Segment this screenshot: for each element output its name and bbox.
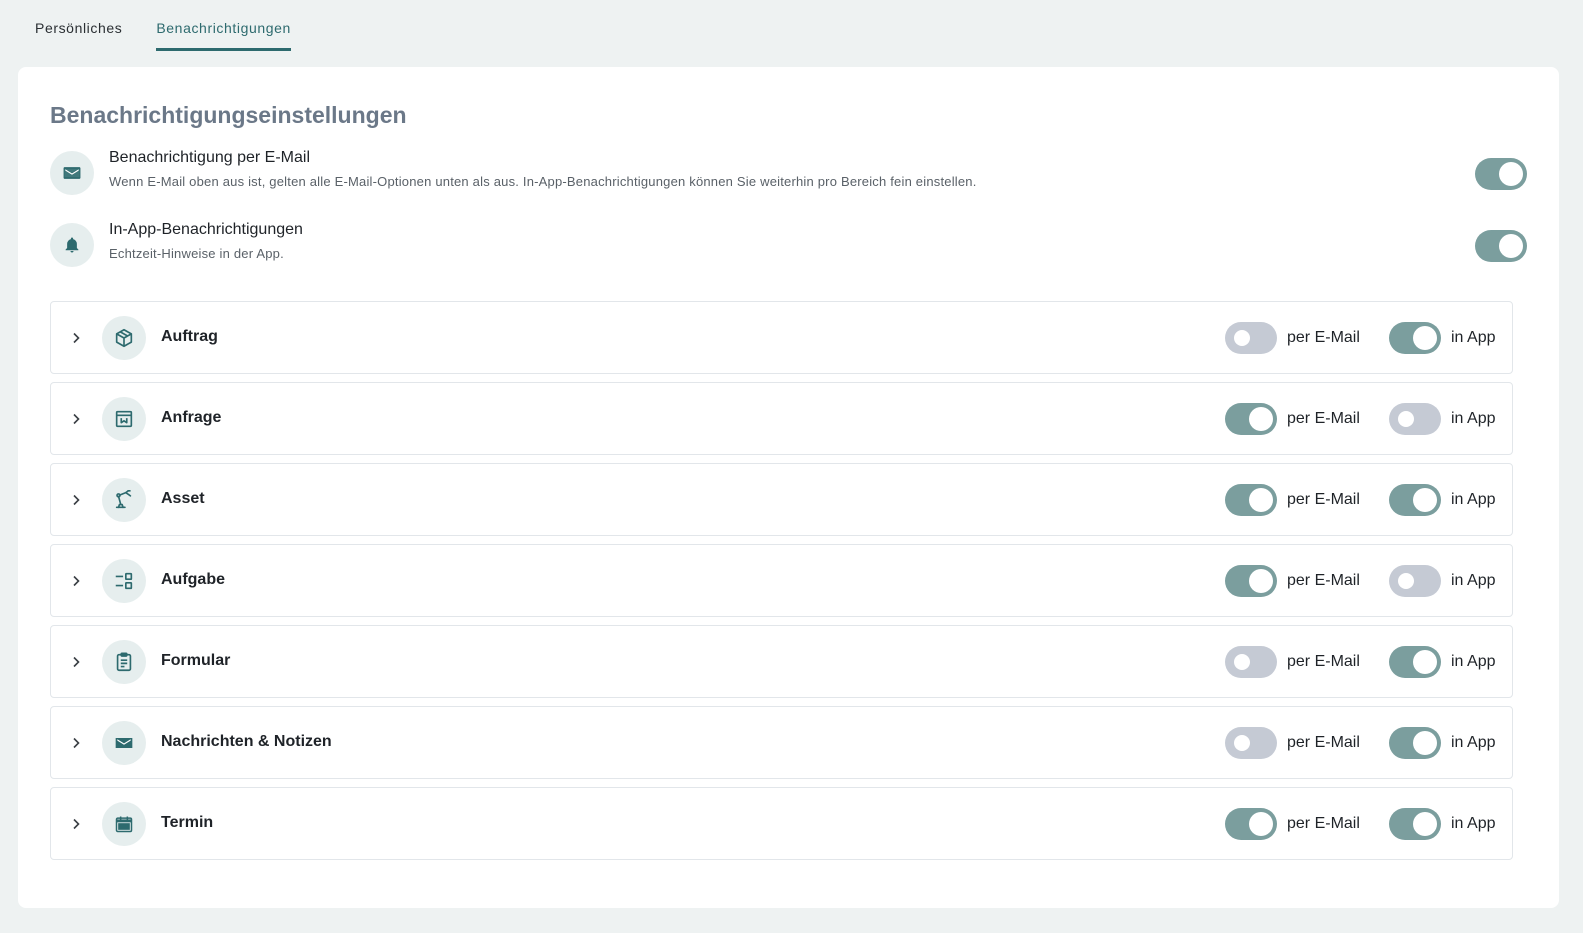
section-formular: Formular per E-Mail in App [50, 625, 1513, 698]
email-control: per E-Mail [1225, 727, 1360, 759]
inbox-icon [102, 397, 146, 441]
section-anfrage: Anfrage per E-Mail in App [50, 382, 1513, 455]
robot-arm-icon [102, 478, 146, 522]
settings-card: Benachrichtigungseinstellungen Benachric… [18, 67, 1559, 908]
section-aufgabe: Aufgabe per E-Mail in App [50, 544, 1513, 617]
email-toggle-label: per E-Mail [1287, 491, 1360, 508]
email-toggle[interactable] [1225, 565, 1277, 597]
app-toggle[interactable] [1389, 484, 1441, 516]
app-toggle-label: in App [1451, 329, 1496, 346]
calendar-icon [102, 802, 146, 846]
global-inapp-title: In-App-Benachrichtigungen [109, 221, 303, 238]
section-nachrichten: Nachrichten & Notizen per E-Mail in App [50, 706, 1513, 779]
app-control: in App [1389, 565, 1495, 597]
email-toggle-label: per E-Mail [1287, 653, 1360, 670]
app-control: in App [1389, 727, 1495, 759]
section-name: Formular [161, 652, 231, 669]
app-toggle-label: in App [1451, 410, 1496, 427]
global-inapp-description: Echtzeit-Hinweise in der App. [109, 246, 284, 261]
email-toggle-label: per E-Mail [1287, 410, 1360, 427]
email-toggle-label: per E-Mail [1287, 329, 1360, 346]
app-control: in App [1389, 322, 1495, 354]
task-list-icon [102, 559, 146, 603]
email-toggle[interactable] [1225, 808, 1277, 840]
app-control: in App [1389, 403, 1495, 435]
app-toggle-label: in App [1451, 572, 1496, 589]
box-icon [102, 316, 146, 360]
envelope-icon [50, 151, 94, 195]
email-toggle[interactable] [1225, 646, 1277, 678]
app-toggle-label: in App [1451, 491, 1496, 508]
app-control: in App [1389, 646, 1495, 678]
page-title: Benachrichtigungseinstellungen [50, 102, 407, 128]
email-control: per E-Mail [1225, 565, 1360, 597]
email-toggle[interactable] [1225, 484, 1277, 516]
bell-icon [50, 223, 94, 267]
section-name: Termin [161, 814, 214, 831]
section-name: Aufgabe [161, 571, 225, 588]
app-toggle-label: in App [1451, 815, 1496, 832]
section-asset: Asset per E-Mail in App [50, 463, 1513, 536]
app-toggle-label: in App [1451, 653, 1496, 670]
app-toggle-label: in App [1451, 734, 1496, 751]
chevron-right-icon[interactable] [69, 732, 83, 754]
section-auftrag: Auftrag per E-Mail in App [50, 301, 1513, 374]
email-toggle[interactable] [1225, 727, 1277, 759]
app-toggle[interactable] [1389, 646, 1441, 678]
clipboard-icon [102, 640, 146, 684]
global-email-row: Benachrichtigung per E-Mail Wenn E-Mail … [50, 149, 1527, 197]
email-control: per E-Mail [1225, 808, 1360, 840]
section-name: Asset [161, 490, 205, 507]
chevron-right-icon[interactable] [69, 651, 83, 673]
chevron-right-icon[interactable] [69, 570, 83, 592]
section-name: Nachrichten & Notizen [161, 733, 332, 750]
section-termin: Termin per E-Mail in App [50, 787, 1513, 860]
email-toggle-label: per E-Mail [1287, 815, 1360, 832]
global-email-toggle[interactable] [1475, 158, 1527, 190]
tab-personal[interactable]: Persönliches [35, 0, 122, 51]
email-control: per E-Mail [1225, 322, 1360, 354]
app-toggle[interactable] [1389, 403, 1441, 435]
section-name: Anfrage [161, 409, 222, 426]
chevron-right-icon[interactable] [69, 813, 83, 835]
chevron-right-icon[interactable] [69, 408, 83, 430]
app-toggle[interactable] [1389, 322, 1441, 354]
global-inapp-toggle[interactable] [1475, 230, 1527, 262]
global-email-description: Wenn E-Mail oben aus ist, gelten alle E-… [109, 174, 977, 189]
envelope-icon [102, 721, 146, 765]
email-control: per E-Mail [1225, 646, 1360, 678]
app-toggle[interactable] [1389, 565, 1441, 597]
chevron-right-icon[interactable] [69, 327, 83, 349]
app-toggle[interactable] [1389, 808, 1441, 840]
global-inapp-row: In-App-Benachrichtigungen Echtzeit-Hinwe… [50, 221, 1527, 269]
email-toggle[interactable] [1225, 322, 1277, 354]
global-email-title: Benachrichtigung per E-Mail [109, 149, 310, 166]
email-toggle-label: per E-Mail [1287, 734, 1360, 751]
app-toggle[interactable] [1389, 727, 1441, 759]
email-control: per E-Mail [1225, 403, 1360, 435]
email-control: per E-Mail [1225, 484, 1360, 516]
app-control: in App [1389, 484, 1495, 516]
email-toggle-label: per E-Mail [1287, 572, 1360, 589]
tab-notifications[interactable]: Benachrichtigungen [156, 0, 291, 51]
app-control: in App [1389, 808, 1495, 840]
section-name: Auftrag [161, 328, 218, 345]
tab-bar: Persönliches Benachrichtigungen [35, 0, 291, 52]
chevron-right-icon[interactable] [69, 489, 83, 511]
email-toggle[interactable] [1225, 403, 1277, 435]
